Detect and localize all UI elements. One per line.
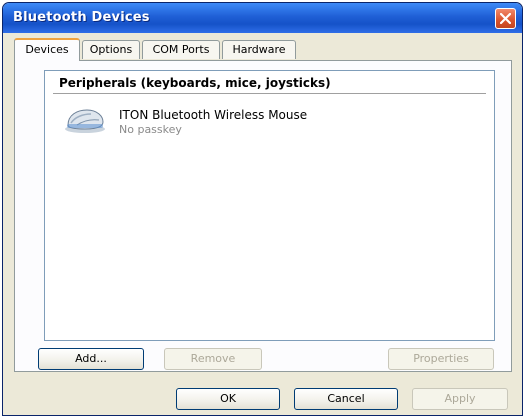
device-status: No passkey <box>119 123 182 136</box>
group-divider <box>53 93 486 94</box>
mouse-icon <box>63 105 107 135</box>
device-list-item[interactable]: ITON Bluetooth Wireless Mouse No passkey <box>61 105 361 141</box>
ok-button[interactable]: OK <box>176 388 280 410</box>
properties-button[interactable]: Properties <box>388 348 494 370</box>
add-device-button[interactable]: Add... <box>38 348 144 370</box>
remove-device-button[interactable]: Remove <box>164 348 262 370</box>
cancel-button[interactable]: Cancel <box>294 388 398 410</box>
device-name: ITON Bluetooth Wireless Mouse <box>119 108 308 122</box>
window-title: Bluetooth Devices <box>13 10 150 25</box>
close-icon <box>500 13 511 24</box>
tab-devices[interactable]: Devices <box>14 38 80 61</box>
close-button[interactable] <box>495 8 516 29</box>
tab-com-ports[interactable]: COM Ports <box>142 40 220 59</box>
device-list[interactable]: Peripherals (keyboards, mice, joysticks)… <box>44 70 495 341</box>
apply-button[interactable]: Apply <box>412 388 508 410</box>
title-bar[interactable]: Bluetooth Devices <box>3 3 522 33</box>
tab-hardware[interactable]: Hardware <box>222 40 296 59</box>
group-header-peripherals: Peripherals (keyboards, mice, joysticks) <box>59 76 331 90</box>
tab-options[interactable]: Options <box>82 40 140 59</box>
